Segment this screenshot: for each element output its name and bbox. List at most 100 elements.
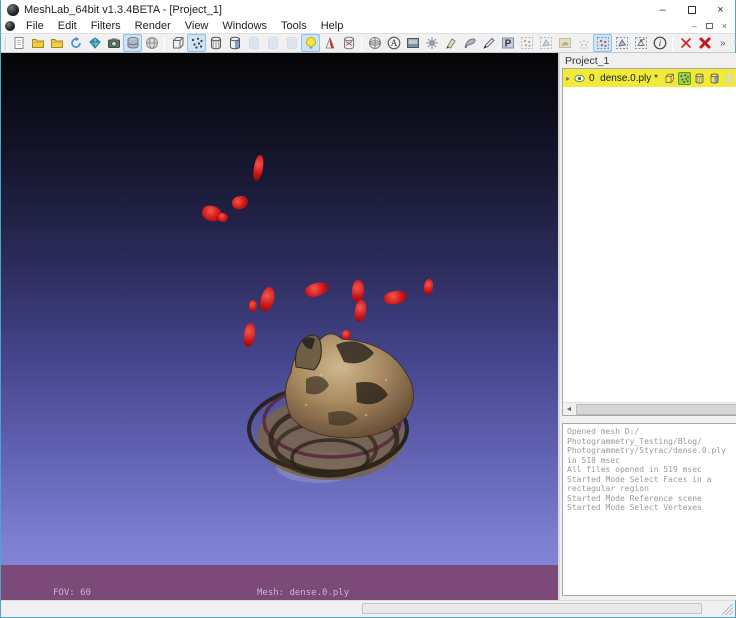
- mdi-minimize-button[interactable]: –: [692, 21, 697, 31]
- layer-points-icon[interactable]: [678, 72, 691, 85]
- close-button[interactable]: ×: [706, 0, 735, 19]
- resize-grip[interactable]: [722, 604, 733, 615]
- layer-label[interactable]: 0 dense.0.ply *: [589, 73, 658, 84]
- ambient-occlusion-icon[interactable]: A: [384, 34, 403, 52]
- save-project-icon[interactable]: [85, 34, 104, 52]
- log-line: Opened mesh D:/: [567, 427, 736, 437]
- menu-edit[interactable]: Edit: [51, 19, 84, 33]
- paint-tool-icon[interactable]: P: [498, 34, 517, 52]
- menu-tools[interactable]: Tools: [274, 19, 314, 33]
- smooth-render-icon[interactable]: [282, 34, 301, 52]
- radiance-scaling-icon[interactable]: [422, 34, 441, 52]
- log-line: Photogrammetry_Testing/Blog/: [567, 437, 736, 447]
- new-project-icon[interactable]: [9, 34, 28, 52]
- flat-lines-render-icon[interactable]: [244, 34, 263, 52]
- mesh-object[interactable]: [236, 325, 436, 493]
- menu-bar: FileEditFiltersRenderViewWindowsToolsHel…: [1, 19, 735, 33]
- menu-help[interactable]: Help: [314, 19, 351, 33]
- texture-toggle-icon[interactable]: [320, 34, 339, 52]
- layer-info-icon[interactable]: i: [650, 34, 669, 52]
- snapshot-icon[interactable]: [104, 34, 123, 52]
- log-line: Started Mode Select Vertexes: [567, 503, 736, 513]
- dock-header: Project_1 ×: [562, 53, 736, 68]
- selected-vertices-blob: [304, 280, 331, 299]
- select-vertex-brush-icon[interactable]: [517, 34, 536, 52]
- layer-row-dense0ply[interactable]: ▸ 0 dense.0.ply *: [563, 69, 736, 87]
- show-layer-dialog-icon[interactable]: [123, 34, 142, 52]
- toolbar-separator: [164, 36, 165, 51]
- layer-horizontal-scrollbar[interactable]: ◄ ►: [563, 402, 736, 415]
- selected-vertices-blob: [258, 286, 277, 314]
- toolbar-handle[interactable]: [5, 36, 7, 50]
- scroll-left-icon[interactable]: ◄: [563, 406, 575, 413]
- menu-render[interactable]: Render: [128, 19, 178, 33]
- mdi-close-button[interactable]: ×: [722, 21, 727, 31]
- restore-icon: [706, 23, 713, 29]
- svg-text:i: i: [658, 38, 661, 48]
- select-faces-rect-icon[interactable]: [612, 34, 631, 52]
- progress-bar-area: [362, 603, 702, 614]
- select-face-brush-icon[interactable]: [536, 34, 555, 52]
- layer-list-empty-area[interactable]: [563, 87, 736, 402]
- reload-icon[interactable]: [66, 34, 85, 52]
- layer-flat-icon[interactable]: [723, 72, 736, 85]
- points-render-icon[interactable]: [187, 34, 206, 52]
- meshlab-window: MeshLab_64bit v1.3.4BETA - [Project_1] –…: [0, 0, 736, 618]
- wireframe-render-icon[interactable]: [206, 34, 225, 52]
- selected-vertices-blob: [353, 299, 368, 323]
- align-tool-icon[interactable]: [555, 34, 574, 52]
- layer-hidden-lines-icon[interactable]: [708, 72, 721, 85]
- flat-render-icon[interactable]: [263, 34, 282, 52]
- bbox-render-icon[interactable]: [168, 34, 187, 52]
- project-dock-panel: Project_1 × ▸ 0 dense.0.ply *: [558, 53, 736, 600]
- light-toggle-icon[interactable]: [301, 34, 320, 52]
- maximize-button[interactable]: [677, 0, 706, 19]
- trackball-icon[interactable]: [365, 34, 384, 52]
- select-vertexes-icon[interactable]: [593, 34, 612, 52]
- texture-wire-icon[interactable]: [339, 34, 358, 52]
- point-cloud-tool-icon[interactable]: [574, 34, 593, 52]
- toolbar-separator: [672, 36, 673, 51]
- hidden-lines-render-icon[interactable]: [225, 34, 244, 52]
- scrollbar-thumb[interactable]: [576, 404, 736, 415]
- mdi-restore-button[interactable]: [706, 23, 713, 29]
- meshlab-app-icon: [7, 4, 19, 16]
- menu-filters[interactable]: Filters: [84, 19, 128, 33]
- menu-windows[interactable]: Windows: [215, 19, 274, 33]
- minimize-button[interactable]: –: [648, 0, 677, 19]
- mesh-name: Mesh: dense.0.ply: [257, 588, 365, 598]
- svg-text:A: A: [390, 38, 397, 48]
- maximize-icon: [688, 6, 696, 14]
- log-line: Started Mode Select Faces in a: [567, 475, 736, 485]
- menu-file[interactable]: File: [19, 19, 51, 33]
- delete-selected-faces-icon[interactable]: [695, 34, 714, 52]
- layer-visibility-eye-icon[interactable]: [573, 73, 586, 84]
- layer-expander-icon[interactable]: ▸: [565, 74, 570, 83]
- title-bar: MeshLab_64bit v1.3.4BETA - [Project_1] –…: [1, 0, 735, 19]
- project-mdi-icon: [5, 21, 15, 31]
- measure-tool-icon[interactable]: [460, 34, 479, 52]
- selected-vertices-blob: [252, 154, 265, 181]
- import-mesh-icon[interactable]: [47, 34, 66, 52]
- layer-bbox-icon[interactable]: [663, 72, 676, 85]
- log-line: All files opened in 519 msec: [567, 465, 736, 475]
- background-image-icon[interactable]: [403, 34, 422, 52]
- select-connected-icon[interactable]: [631, 34, 650, 52]
- layer-wireframe-icon[interactable]: [693, 72, 706, 85]
- menu-view[interactable]: View: [178, 19, 216, 33]
- svg-text:P: P: [504, 38, 511, 49]
- delete-selected-vertices-icon[interactable]: [676, 34, 695, 52]
- point-picker-icon[interactable]: [441, 34, 460, 52]
- log-line: in 518 msec: [567, 456, 736, 466]
- window-title: MeshLab_64bit v1.3.4BETA - [Project_1]: [24, 4, 222, 16]
- selected-vertices-blob: [230, 194, 249, 212]
- open-project-icon[interactable]: [28, 34, 47, 52]
- selected-vertices-blob: [249, 300, 257, 312]
- 3d-viewport[interactable]: FOV: 60 FPS: 64.1 Mesh: dense.0.ply Vert…: [1, 53, 558, 600]
- web-export-icon[interactable]: [142, 34, 161, 52]
- pen-edit-icon[interactable]: [479, 34, 498, 52]
- search-icon[interactable]: [732, 34, 736, 52]
- selected-vertices-blob: [423, 278, 435, 295]
- toolbar-overflow-chevron[interactable]: »: [716, 38, 730, 49]
- log-output[interactable]: Opened mesh D:/Photogrammetry_Testing/Bl…: [562, 423, 736, 596]
